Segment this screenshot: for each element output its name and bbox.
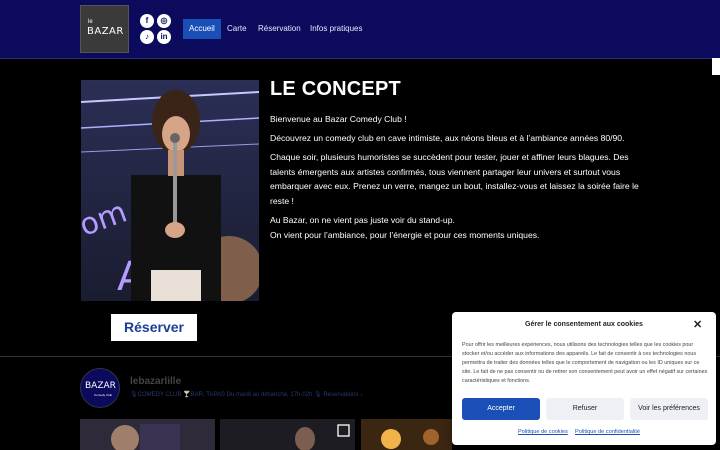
logo-small-text: le: [88, 19, 93, 25]
instagram-bio: 🎙COMEDY CLUB 🍸BAR, TAPAS Du mardi au dim…: [130, 392, 364, 398]
site-header: le BAZAR f ◎ ♪ in Accueil Carte Réservat…: [0, 0, 720, 59]
instagram-post-3[interactable]: [361, 419, 452, 450]
reserve-button[interactable]: Réserver: [111, 314, 197, 341]
scroll-top-button[interactable]: [712, 58, 720, 75]
cookie-policy-link[interactable]: Politique de cookies: [518, 429, 568, 435]
privacy-policy-link[interactable]: Politique de confidentialité: [575, 429, 640, 435]
avatar-subtext: Comedy Club: [94, 393, 113, 397]
concept-intro: Bienvenue au Bazar Comedy Club !: [270, 114, 407, 124]
linkedin-icon[interactable]: in: [157, 30, 171, 44]
preferences-button[interactable]: Voir les préférences: [630, 398, 708, 420]
tiktok-icon[interactable]: ♪: [140, 30, 154, 44]
concept-closing-1: Au Bazar, on ne vient pas juste voir du …: [270, 215, 455, 225]
cookie-consent-modal: Gérer le consentement aux cookies ✕ Pour…: [452, 312, 716, 445]
comedian-photo: om A: [81, 80, 259, 301]
accept-button[interactable]: Accepter: [462, 398, 540, 420]
instagram-post-1[interactable]: [80, 419, 215, 450]
consent-text: Pour offrir les meilleures expériences, …: [462, 342, 708, 384]
close-icon[interactable]: ✕: [693, 318, 702, 331]
instagram-post-2[interactable]: [220, 419, 355, 450]
site-logo[interactable]: le BAZAR: [80, 5, 129, 53]
nav-item-reservation[interactable]: Réservation: [258, 19, 301, 39]
nav-item-carte[interactable]: Carte: [227, 19, 247, 39]
consent-title: Gérer le consentement aux cookies: [525, 321, 643, 328]
nav-item-accueil[interactable]: Accueil: [183, 19, 221, 39]
logo-text: BAZAR: [87, 26, 124, 37]
instagram-icon[interactable]: ◎: [157, 14, 171, 28]
concept-details: Chaque soir, plusieurs humoristes se suc…: [270, 152, 639, 206]
refuse-button[interactable]: Refuser: [546, 398, 624, 420]
avatar-text: BAZAR: [85, 381, 116, 391]
nav-item-infos-pratiques[interactable]: Infos pratiques: [310, 19, 362, 39]
instagram-avatar[interactable]: BAZAR Comedy Club: [80, 368, 120, 408]
instagram-username[interactable]: lebazarlille: [130, 376, 181, 387]
facebook-icon[interactable]: f: [140, 14, 154, 28]
concept-closing-2: On vient pour l’ambiance, pour l’énergie…: [270, 230, 540, 240]
concept-title: LE CONCEPT: [270, 78, 401, 100]
concept-description: Découvrez un comedy club en cave intimis…: [270, 133, 625, 143]
